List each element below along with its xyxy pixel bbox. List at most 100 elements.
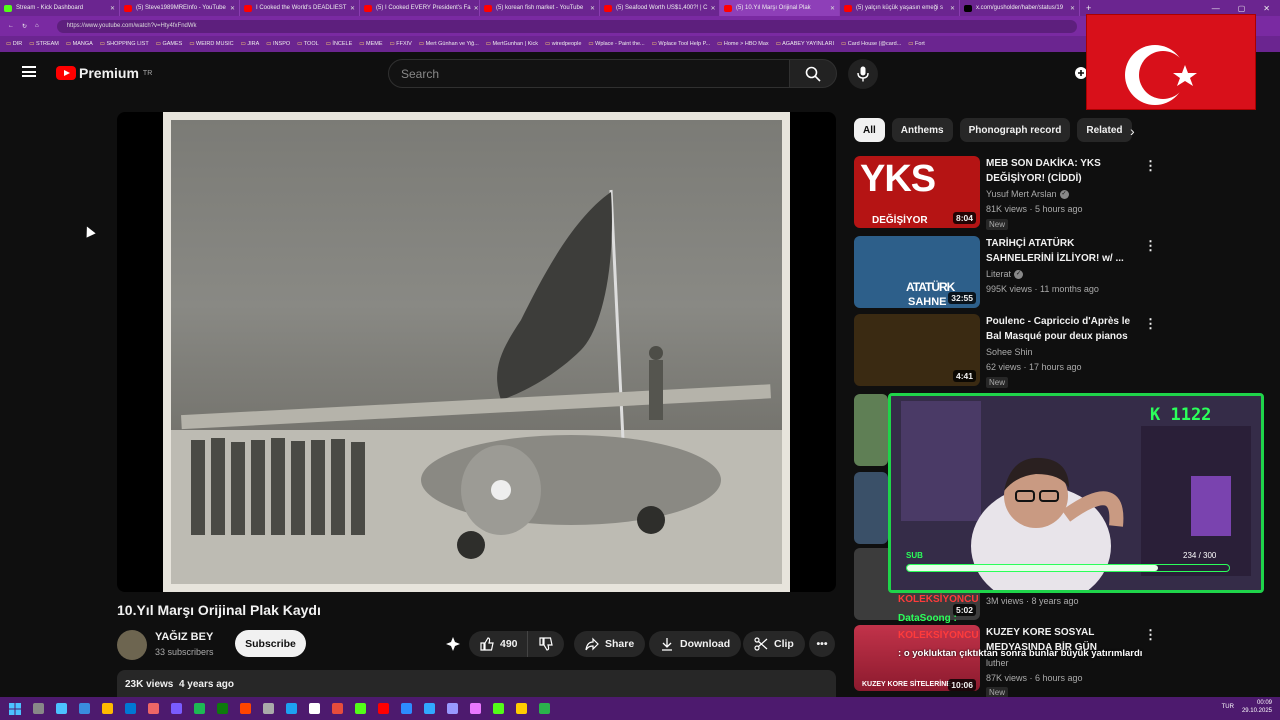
share-button[interactable]: Share	[574, 631, 646, 657]
reload-icon[interactable]: ↻	[22, 23, 27, 30]
taskbar-app-icon[interactable]	[148, 703, 159, 714]
taskbar-app-icon[interactable]	[355, 703, 366, 714]
filter-chip[interactable]: Related	[1077, 118, 1132, 142]
taskbar-app-icon[interactable]	[194, 703, 205, 714]
more-vertical-icon[interactable]: ⋮	[1144, 158, 1157, 174]
windows-start-icon[interactable]	[9, 702, 21, 715]
browser-tab[interactable]: (5) 10.Yıl Marşı Orijinal Plak ✕	[720, 0, 840, 16]
taskbar-app-icon[interactable]	[102, 703, 113, 714]
more-vertical-icon[interactable]: ⋮	[1144, 238, 1157, 254]
browser-tab[interactable]: (5) yalçın küçük yaşasın emeği s ✕	[840, 0, 960, 16]
chevron-right-icon[interactable]: ›	[1130, 123, 1135, 139]
bookmark-item[interactable]: DIR	[6, 41, 22, 47]
taskbar-app-icon[interactable]	[125, 703, 136, 714]
browser-tab[interactable]: Stream - Kick Dashboard ✕	[0, 0, 120, 16]
bookmark-item[interactable]: İNCELE	[326, 41, 352, 47]
bookmark-item[interactable]: Wplace Tool Help P...	[652, 41, 710, 47]
more-vertical-icon[interactable]: ⋮	[1144, 627, 1157, 643]
browser-tab[interactable]: I Cooked the World's DEADLIEST ✕	[240, 0, 360, 16]
bookmark-item[interactable]: MANGA	[66, 41, 93, 47]
taskbar-app-icon[interactable]	[33, 703, 44, 714]
taskbar-app-icon[interactable]	[378, 703, 389, 714]
minimize-icon[interactable]: —	[1212, 4, 1220, 13]
bookmark-item[interactable]: WEIRD MUSIC	[189, 41, 234, 47]
taskbar-app-icon[interactable]	[263, 703, 274, 714]
bookmark-item[interactable]: MertGunhan | Kick	[486, 41, 538, 47]
bookmark-item[interactable]: Fort	[908, 41, 925, 47]
bookmark-item[interactable]: JIRA	[241, 41, 259, 47]
bookmark-item[interactable]: AGABEY YAYINLARI	[776, 41, 834, 47]
video-player[interactable]	[117, 112, 836, 592]
bookmark-item[interactable]: TOOL	[297, 41, 319, 47]
home-icon[interactable]: ⌂	[35, 23, 39, 29]
bookmark-item[interactable]: Card House (@card...	[841, 41, 902, 47]
download-button[interactable]: Download	[649, 631, 742, 657]
language-indicator[interactable]: TUR	[1222, 704, 1234, 710]
taskbar-app-icon[interactable]	[171, 703, 182, 714]
filter-chip[interactable]: Anthems	[891, 118, 953, 142]
filter-chip[interactable]: Phonograph record	[959, 118, 1071, 142]
filter-chip[interactable]: All	[854, 118, 885, 142]
bookmark-item[interactable]: GAMES	[156, 41, 182, 47]
more-actions-button[interactable]: •••	[809, 631, 835, 657]
bookmark-item[interactable]: Wplace - Paint the...	[588, 41, 645, 47]
clock[interactable]: 00:09 29.10.2025	[1242, 699, 1272, 715]
taskbar-app-icon[interactable]	[539, 703, 550, 714]
close-icon[interactable]: ✕	[1263, 4, 1270, 13]
like-button[interactable]: 490	[469, 631, 527, 657]
tab-close-icon[interactable]: ✕	[347, 5, 355, 12]
taskbar-app-icon[interactable]	[401, 703, 412, 714]
maximize-icon[interactable]: ▢	[1238, 4, 1246, 13]
taskbar-app-icon[interactable]	[424, 703, 435, 714]
tab-close-icon[interactable]: ✕	[1067, 5, 1075, 12]
bookmark-item[interactable]: Home > HBO Max	[717, 41, 769, 47]
bookmark-item[interactable]: SHOPPING LIST	[100, 41, 149, 47]
tab-close-icon[interactable]: ✕	[471, 5, 479, 12]
more-vertical-icon[interactable]: ⋮	[1144, 316, 1157, 332]
browser-tab[interactable]: (5) Steve1989MREInfo - YouTube ✕	[120, 0, 240, 16]
voice-search-button[interactable]	[848, 59, 878, 89]
channel-name[interactable]: YAĞIZ BEY	[155, 631, 213, 643]
dislike-button[interactable]	[526, 631, 564, 657]
recommendation-item[interactable]: 4:41 Poulenc - Capriccio d'Après le Bal M…	[854, 314, 1157, 388]
bookmark-item[interactable]: FFXIV	[390, 41, 412, 47]
browser-tab[interactable]: x.com/gusholder/haber/status/19 ✕	[960, 0, 1080, 16]
recommendation-item[interactable]: YKS DEĞİŞİYOR 8:04 MEB SON DAKİKA: YKS DEĞİ…	[854, 156, 1157, 230]
taskbar-app-icon[interactable]	[447, 703, 458, 714]
menu-icon[interactable]	[22, 66, 36, 77]
bookmark-item[interactable]: Mert Günhan ve Yiğ...	[419, 41, 479, 47]
clip-button[interactable]: Clip	[743, 631, 805, 657]
tab-close-icon[interactable]: ✕	[587, 5, 595, 12]
taskbar-app-icon[interactable]	[493, 703, 504, 714]
taskbar-app-icon[interactable]	[217, 703, 228, 714]
back-icon[interactable]: ←	[8, 23, 14, 29]
bookmark-item[interactable]: MEME	[359, 41, 383, 47]
taskbar-app-icon[interactable]	[79, 703, 90, 714]
taskbar-app-icon[interactable]	[309, 703, 320, 714]
youtube-logo[interactable]: Premium TR	[56, 65, 152, 81]
taskbar-app-icon[interactable]	[470, 703, 481, 714]
channel-avatar[interactable]	[117, 630, 147, 660]
tab-close-icon[interactable]: ✕	[107, 5, 115, 12]
url-field[interactable]: https://www.youtube.com/watch?v=Hty4fxFn…	[56, 19, 1077, 33]
tab-close-icon[interactable]: ✕	[947, 5, 955, 12]
search-input[interactable]: Search	[388, 59, 790, 88]
sparkle-ask-icon[interactable]	[445, 636, 461, 652]
tab-close-icon[interactable]: ✕	[708, 5, 716, 12]
tab-close-icon[interactable]: ✕	[827, 5, 835, 12]
taskbar-app-icon[interactable]	[240, 703, 251, 714]
bookmark-item[interactable]: wiredpeople	[545, 41, 582, 47]
taskbar-app-icon[interactable]	[286, 703, 297, 714]
subscribe-button[interactable]: Subscribe	[235, 630, 306, 657]
browser-tab[interactable]: (5) Seafood Worth US$1,400?! | C ✕	[600, 0, 720, 16]
new-tab-icon[interactable]: +	[1080, 3, 1097, 13]
browser-tab[interactable]: (5) korean fish market - YouTube ✕	[480, 0, 600, 16]
taskbar-app-icon[interactable]	[516, 703, 527, 714]
recommendation-item[interactable]: ATATÜRK SAHNE 32:55 TARİHÇİ ATATÜRK SAHNELE…	[854, 236, 1157, 308]
bookmark-item[interactable]: INSPO	[266, 41, 290, 47]
browser-tab[interactable]: (5) I Cooked EVERY President's Fa ✕	[360, 0, 480, 16]
taskbar-app-icon[interactable]	[56, 703, 67, 714]
taskbar-app-icon[interactable]	[332, 703, 343, 714]
bookmark-item[interactable]: STREAM	[29, 41, 59, 47]
tab-close-icon[interactable]: ✕	[227, 5, 235, 12]
